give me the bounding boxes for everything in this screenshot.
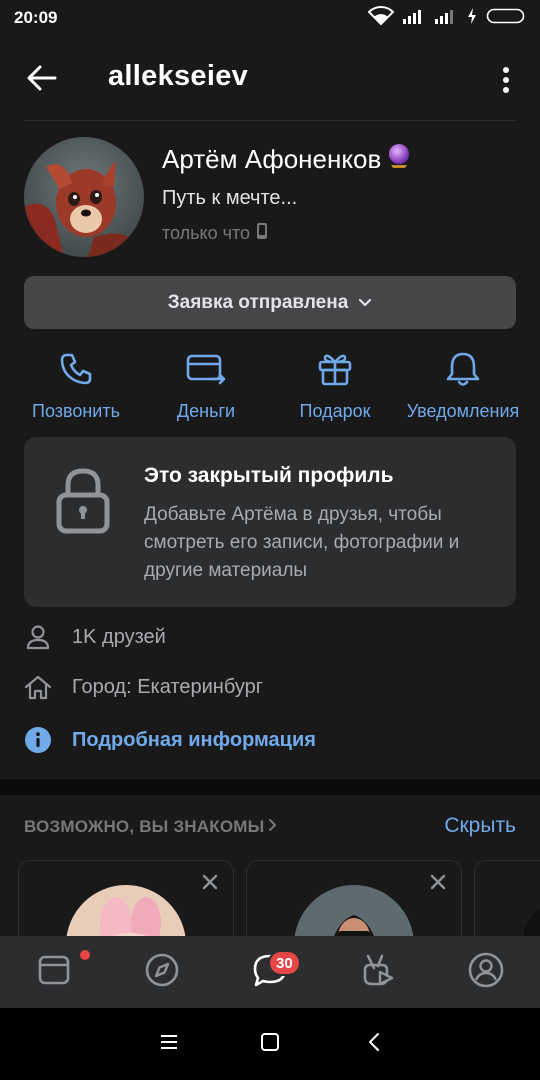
menu-icon — [159, 1033, 179, 1056]
hide-suggestions-button[interactable]: Скрыть — [444, 814, 516, 838]
money-button[interactable]: Деньги — [136, 349, 276, 422]
friends-count-text: 1K друзей — [72, 625, 166, 648]
chevron-left-icon — [367, 1032, 381, 1057]
notifications-button[interactable]: Уведомления — [393, 349, 533, 422]
close-icon[interactable] — [201, 873, 219, 896]
user-icon — [24, 623, 52, 651]
notification-dot — [80, 950, 90, 960]
city-text: Город: Екатеринбург — [72, 675, 264, 698]
tab-clips[interactable] — [338, 936, 418, 1008]
avatar[interactable] — [66, 885, 186, 936]
messages-badge: 30 — [268, 950, 301, 976]
gift-button[interactable]: Подарок — [265, 349, 405, 422]
avatar[interactable] — [523, 901, 540, 936]
battery-icon — [486, 7, 526, 30]
status-time: 20:09 — [14, 8, 58, 27]
section-separator — [0, 779, 540, 795]
signal-icon — [402, 7, 426, 30]
suggestions-section: ВОЗМОЖНО, ВЫ ЗНАКОМЫ Скрыть — [0, 795, 540, 936]
friend-request-button[interactable]: Заявка отправлена — [24, 276, 516, 329]
clips-icon — [360, 952, 396, 993]
money-button-label: Деньги — [176, 401, 236, 421]
compass-icon — [144, 952, 180, 993]
lock-icon — [56, 467, 110, 540]
charging-icon — [466, 7, 478, 30]
mobile-phone-icon — [256, 222, 268, 245]
home-icon — [24, 673, 52, 701]
more-vertical-icon — [502, 66, 510, 99]
chevron-down-icon — [358, 292, 372, 314]
friends-count-row[interactable]: 1K друзей — [24, 620, 166, 654]
city-row: Город: Екатеринбург — [24, 670, 263, 704]
notifications-button-label: Уведомления — [406, 401, 520, 421]
avatar[interactable] — [294, 885, 414, 936]
chevron-right-icon — [268, 817, 278, 837]
suggestions-header[interactable]: ВОЗМОЖНО, ВЫ ЗНАКОМЫ — [24, 817, 278, 837]
system-nav-bar — [0, 1008, 540, 1080]
crystal-ball-icon — [387, 143, 411, 176]
status-icons — [367, 5, 526, 31]
profile-section: Артём Афоненков Путь к мечте... только ч… — [0, 121, 540, 779]
friend-request-label: Заявка отправлена — [167, 291, 349, 313]
tab-messages[interactable]: 30 — [230, 936, 310, 1008]
gift-icon — [317, 349, 353, 389]
signal-icon — [434, 7, 458, 30]
gift-button-label: Подарок — [299, 401, 371, 421]
info-icon — [24, 726, 52, 754]
avatar[interactable] — [24, 137, 144, 257]
profile-name-text: Артём Афоненков — [162, 144, 382, 174]
phone-icon — [58, 349, 94, 389]
suggestion-card[interactable] — [18, 860, 234, 936]
wifi-icon — [367, 5, 395, 31]
call-button-label: Позвонить — [32, 401, 120, 421]
tab-profile[interactable] — [446, 936, 526, 1008]
action-buttons: Позвонить Деньги Подарок Уведомления — [0, 349, 540, 425]
closed-profile-card: Это закрытый профиль Добавьте Артёма в д… — [24, 437, 516, 607]
more-menu-button[interactable] — [494, 62, 518, 102]
detailed-info-text: Подробная информация — [72, 728, 316, 751]
square-icon — [260, 1032, 280, 1057]
arrow-left-icon — [27, 65, 57, 96]
tab-news[interactable] — [14, 936, 94, 1008]
back-button[interactable] — [22, 60, 62, 100]
bottom-tab-bar: 30 — [0, 936, 540, 1008]
profile-name: Артём Афоненков — [162, 143, 411, 176]
system-back-button[interactable] — [354, 1028, 394, 1060]
call-button[interactable]: Позвонить — [6, 349, 146, 422]
app-header: allekseiev — [0, 36, 540, 122]
bell-icon — [445, 349, 481, 389]
profile-icon — [467, 951, 505, 994]
recent-apps-button[interactable] — [149, 1028, 189, 1060]
tab-discover[interactable] — [122, 936, 202, 1008]
suggestion-card[interactable] — [246, 860, 462, 936]
online-status-text: только что — [162, 223, 251, 243]
status-bar: 20:09 — [0, 0, 540, 36]
close-icon[interactable] — [429, 873, 447, 896]
suggestion-card[interactable] — [474, 860, 540, 936]
closed-profile-text: Добавьте Артёма в друзья, чтобы смотреть… — [144, 504, 460, 581]
closed-profile-title: Это закрытый профиль — [144, 464, 394, 487]
newsfeed-icon — [37, 953, 71, 992]
money-card-icon — [186, 349, 226, 389]
suggestions-header-text: ВОЗМОЖНО, ВЫ ЗНАКОМЫ — [24, 817, 265, 836]
detailed-info-link[interactable]: Подробная информация — [24, 723, 316, 757]
page-title: allekseiev — [108, 60, 249, 92]
online-status: только что — [162, 222, 268, 245]
profile-status: Путь к мечте... — [162, 187, 298, 209]
home-button[interactable] — [250, 1028, 290, 1060]
